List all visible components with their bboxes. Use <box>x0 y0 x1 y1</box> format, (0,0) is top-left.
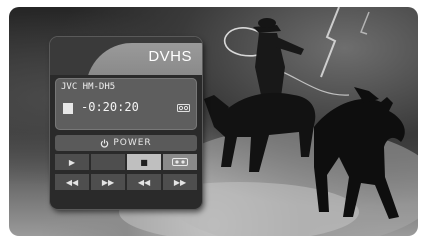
play-icon: ▶ <box>68 157 76 167</box>
dvhs-control-panel: DVHS JVC HM-DH5 -0:20:20 POWER ▶ ■ ◀◀ ▶▶… <box>50 37 202 209</box>
rewind-button[interactable]: ◀◀ <box>55 174 89 190</box>
transport-row-secondary: ◀◀ ▶▶ ◀◀ ▶▶ <box>55 174 197 190</box>
record-button[interactable] <box>163 154 197 170</box>
stop-indicator-icon <box>63 103 73 114</box>
power-label: POWER <box>113 138 152 148</box>
skip-back-button[interactable]: ◀◀ <box>127 174 161 190</box>
fast-forward-button[interactable]: ▶▶ <box>91 174 125 190</box>
time-counter: -0:20:20 <box>81 100 139 114</box>
stop-button[interactable]: ■ <box>127 154 161 170</box>
cassette-icon <box>177 104 190 112</box>
device-label: JVC HM-DH5 <box>61 82 116 92</box>
stop-icon: ■ <box>140 157 148 167</box>
play-button[interactable]: ▶ <box>55 154 89 170</box>
skip-forward-button[interactable]: ▶▶ <box>163 174 197 190</box>
transport-row-primary: ▶ ■ <box>55 154 197 170</box>
pause-button[interactable] <box>91 154 125 170</box>
panel-header: DVHS <box>50 37 202 75</box>
skip-back-icon: ◀◀ <box>137 177 151 187</box>
status-display: JVC HM-DH5 -0:20:20 <box>55 78 197 130</box>
skip-forward-icon: ▶▶ <box>173 177 187 187</box>
power-button[interactable]: POWER <box>55 135 197 151</box>
panel-title: DVHS <box>148 48 192 65</box>
power-icon <box>101 138 109 147</box>
rewind-icon: ◀◀ <box>65 177 79 187</box>
record-icon <box>172 158 188 166</box>
fast-forward-icon: ▶▶ <box>101 177 115 187</box>
